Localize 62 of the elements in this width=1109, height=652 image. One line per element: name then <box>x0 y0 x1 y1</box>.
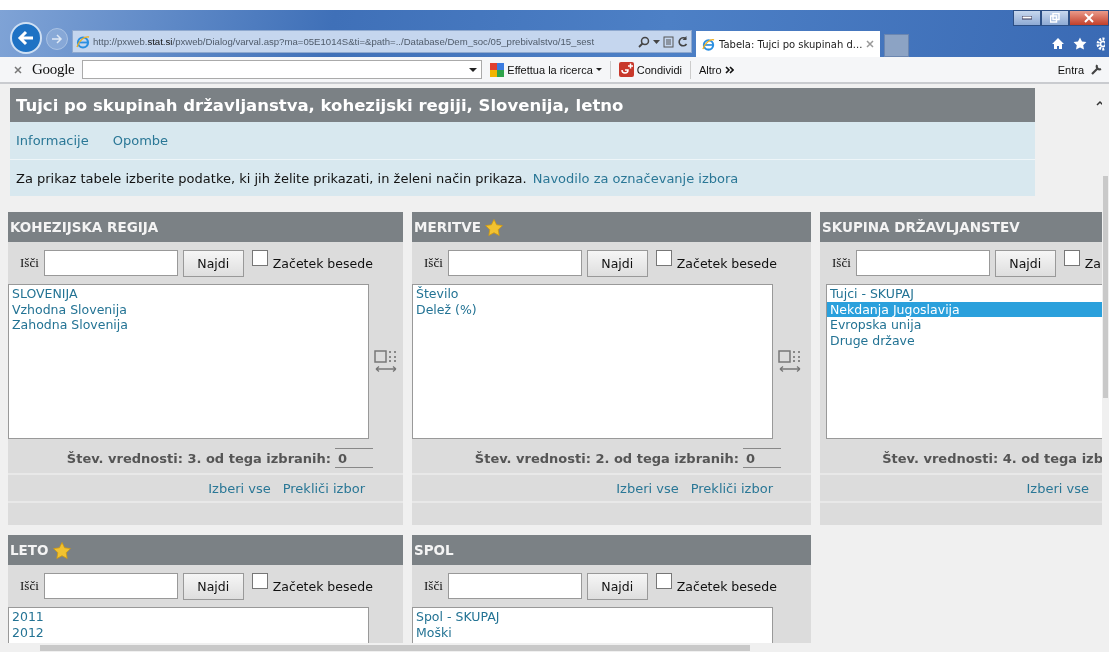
find-button[interactable]: Najdi <box>586 572 648 600</box>
list-item[interactable]: Tujci - SKUPAJ <box>827 286 1102 302</box>
value-list[interactable]: Tujci - SKUPAJ Nekdanja Jugoslavija Evropska unija Druge države <box>826 284 1102 439</box>
list-item[interactable]: Število <box>413 286 772 302</box>
list-item[interactable]: 2011 <box>9 609 368 625</box>
selected-count: 0 <box>335 448 373 468</box>
checkbox-label: Začetek besede <box>272 255 373 271</box>
browser-tab[interactable]: Tabela: Tujci po skupinah d... <box>696 31 881 57</box>
checkbox-label: Začetek besede <box>676 255 777 271</box>
list-item[interactable]: SLOVENIJA <box>9 286 368 302</box>
panel-title: LETO <box>10 542 49 558</box>
value-list[interactable]: Spol - SKUPAJ Moški <box>412 607 773 643</box>
panel-title: MERITVE <box>414 219 481 235</box>
list-item[interactable]: Evropska unija <box>827 317 1102 333</box>
list-item[interactable]: Zahodna Slovenija <box>9 317 368 333</box>
panel-link[interactable]: Prekliči izbor <box>282 480 365 496</box>
find-button[interactable]: Najdi <box>586 249 648 277</box>
google-logo: Google <box>32 61 75 78</box>
address-bar[interactable]: http://pxweb.stat.si/pxweb/Dialog/varval.asp?ma=05E1014S&ti=&path=../Database/Dem_soc/05_prebivalstvo/15_sest <box>72 30 692 53</box>
search-label: Išči <box>424 255 443 271</box>
panel-title: SKUPINA DRŽAVLJANSTEV <box>822 219 1020 235</box>
search-label: Išči <box>424 578 443 594</box>
nav-link[interactable]: Opombe <box>112 133 169 148</box>
search-button[interactable]: Effettua la ricerca <box>486 62 606 77</box>
instruction-text: Za prikaz tabele izberite podatke, ki jih želite prikazati, in želeni način prikaza. <box>16 170 527 186</box>
sign-in-link[interactable]: Entra <box>1057 63 1084 76</box>
list-item[interactable]: Spol - SKUPAJ <box>413 609 772 625</box>
list-item[interactable]: 2012 <box>9 624 368 640</box>
checkbox-label: Začetek besede <box>272 578 373 594</box>
value-count-text: Štev. vrednosti: 2. od tega izbranih: <box>474 450 739 466</box>
more-button[interactable]: Altro <box>695 63 738 76</box>
list-item[interactable]: Nekdanja Jugoslavija <box>827 301 1102 317</box>
panel-title: KOHEZIJSKA REGIJA <box>10 219 159 235</box>
checkbox-label: Začetek besede <box>676 578 777 594</box>
find-button[interactable]: Najdi <box>994 249 1056 277</box>
nav-link[interactable]: Informacije <box>16 133 89 148</box>
panel-link[interactable]: Izberi vse <box>616 480 679 496</box>
value-list[interactable]: SLOVENIJA Vzhodna Slovenija Zahodna Slovenija <box>8 284 369 439</box>
search-label: Išči <box>20 255 39 271</box>
find-button[interactable]: Najdi <box>182 572 244 600</box>
panel-link[interactable]: Izberi vse <box>208 480 271 496</box>
search-label: Išči <box>20 578 39 594</box>
panel-title: SPOL <box>414 542 454 558</box>
list-item[interactable]: Moški <box>413 624 772 640</box>
panel-link[interactable]: Prekliči izbor <box>690 480 773 496</box>
value-count-text: Štev. vrednosti: 3. od tega izbranih: <box>66 450 331 466</box>
tab-title: Tabela: Tujci po skupinah d... <box>719 38 863 50</box>
value-count-text: Štev. vrednosti: 4. od tega izb <box>882 450 1102 466</box>
list-item[interactable]: Druge države <box>827 332 1102 348</box>
selected-count: 0 <box>743 448 781 468</box>
page-title: Tujci po skupinah državljanstva, kohezijski regiji, Slovenija, letno <box>10 88 1035 122</box>
list-item[interactable]: Vzhodna Slovenija <box>9 301 368 317</box>
list-item[interactable]: Delež (%) <box>413 301 772 317</box>
checkbox-label: Za <box>1084 255 1101 271</box>
help-link[interactable]: Navodilo za označevanje izbora <box>532 170 739 186</box>
find-button[interactable]: Najdi <box>182 249 244 277</box>
search-label: Išči <box>832 255 851 271</box>
value-list[interactable]: Število Delež (%) <box>412 284 773 439</box>
url-text: http://pxweb.stat.si/pxweb/Dialog/varval.asp?ma=05E1014S&ti=&path=../Database/Dem_soc/05_prebivalstvo/15_sest <box>93 36 596 47</box>
panel-link[interactable]: Izberi vse <box>1026 480 1089 496</box>
value-list[interactable]: 2011 2012 <box>8 607 369 643</box>
share-button[interactable]: Condividi <box>614 62 686 77</box>
